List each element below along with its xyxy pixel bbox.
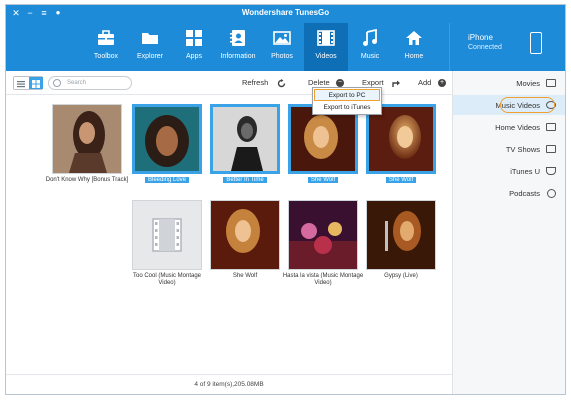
video-thumbnail — [132, 104, 202, 174]
view-toggle[interactable] — [13, 76, 43, 90]
video-thumbnail — [288, 200, 358, 270]
sidebar-item-label: Movies — [516, 79, 540, 88]
video-title: She Wolf — [358, 177, 444, 184]
film-icon — [317, 30, 335, 46]
film-placeholder-icon — [152, 218, 182, 252]
toolbar-home-button[interactable]: Home — [392, 23, 436, 71]
delete-icon: − — [336, 79, 344, 87]
video-thumbnail — [210, 104, 280, 174]
home-video-icon — [546, 123, 556, 131]
video-title: Bleeding Love — [124, 177, 210, 184]
app-title: Wondershare TunesGo — [241, 8, 330, 17]
video-thumbnail — [52, 104, 122, 174]
export-menu: Export to PC Export to iTunes — [312, 87, 382, 115]
video-title: Don't Know Why [Bonus Track] — [45, 177, 129, 183]
toolbar-home-label: Home — [404, 53, 424, 60]
video-title: She Wolf — [232, 273, 258, 279]
search-placeholder: Search — [67, 80, 87, 86]
add-icon: + — [438, 79, 446, 87]
toolbar-explorer-label: Explorer — [136, 53, 164, 60]
toolbar-photos-button[interactable]: Photos — [260, 23, 304, 71]
export-to-itunes-item[interactable]: Export to iTunes — [314, 102, 380, 114]
grid-view-button[interactable] — [29, 77, 43, 89]
toolbar-information-label: Information — [220, 53, 256, 60]
video-title: Gypsy (Live) — [384, 273, 418, 279]
video-title: She Wolf — [280, 177, 366, 184]
sidebar-item-movies[interactable]: Movies — [453, 73, 565, 93]
folder-icon — [142, 33, 158, 44]
action-bar: Search Refresh − Delete Export + Add — [6, 71, 452, 95]
list-view-button[interactable] — [14, 77, 28, 89]
device-status: Connected — [468, 44, 502, 51]
video-title: Better In Time — [202, 177, 288, 184]
toolbar-music-label: Music — [360, 53, 380, 60]
status-bar: 4 of 9 item(s),205.08MB — [6, 374, 452, 394]
toolbar-toolbox-label: Toolbox — [93, 53, 119, 60]
device-name: iPhone — [468, 33, 493, 42]
app-window: ✕ − ≡ ● Wondershare TunesGo Home Music V… — [5, 4, 566, 395]
sidebar-item-label: Podcasts — [509, 189, 540, 198]
itunes-u-icon — [546, 167, 556, 175]
sidebar-item-label: TV Shows — [505, 145, 540, 154]
toolbox-icon — [98, 30, 114, 45]
phone-icon — [530, 32, 542, 54]
tv-icon — [546, 145, 556, 153]
toolbar-apps-label: Apps — [186, 53, 202, 60]
toolbar-explorer-button[interactable]: Explorer — [128, 23, 172, 71]
export-arrow-icon — [392, 80, 400, 87]
apps-grid-icon — [186, 30, 202, 46]
add-button[interactable]: + Add — [414, 76, 448, 90]
main-toolbar: Home Music Videos Photos Information App… — [6, 23, 565, 71]
sidebar-item-itunes-u[interactable]: iTunes U — [453, 161, 565, 181]
sidebar-item-home-videos[interactable]: Home Videos — [453, 117, 565, 137]
music-note-icon — [363, 29, 377, 46]
toolbar-music-button[interactable]: Music — [348, 23, 392, 71]
refresh-label: Refresh — [242, 78, 269, 87]
video-grid: She Wolf She Wolf Better In Time Bleedin… — [6, 96, 452, 374]
selection-highlight — [500, 97, 555, 113]
refresh-icon — [277, 79, 286, 88]
home-icon — [406, 31, 422, 45]
toolbar-videos-button[interactable]: Videos — [304, 23, 348, 71]
title-bar: ✕ − ≡ ● Wondershare TunesGo — [6, 5, 565, 23]
search-input[interactable]: Search — [48, 76, 132, 90]
toolbar-information-button[interactable]: Information — [216, 23, 260, 71]
sidebar-item-music-videos[interactable]: Music Videos — [453, 95, 565, 115]
toolbar-videos-label: Videos — [315, 53, 337, 60]
refresh-button[interactable]: Refresh — [240, 76, 286, 90]
add-label: Add — [418, 78, 432, 87]
toolbar-apps-button[interactable]: Apps — [172, 23, 216, 71]
video-title: Too Cool (Music Montage Video) — [132, 273, 202, 286]
sidebar-item-label: iTunes U — [510, 167, 540, 176]
device-panel[interactable]: iPhone Connected — [449, 23, 565, 71]
video-thumbnail — [132, 200, 202, 270]
export-to-pc-item[interactable]: Export to PC — [314, 89, 380, 101]
contacts-icon — [230, 30, 245, 46]
podcast-icon — [547, 189, 556, 198]
grid-view-icon — [32, 80, 40, 88]
sidebar-item-podcasts[interactable]: Podcasts — [453, 183, 565, 203]
video-thumbnail — [210, 200, 280, 270]
sidebar-item-tv-shows[interactable]: TV Shows — [453, 139, 565, 159]
sidebar-item-label: Home Videos — [495, 123, 540, 132]
photo-icon — [273, 31, 291, 45]
movie-icon — [546, 79, 556, 87]
video-thumbnail — [366, 200, 436, 270]
list-view-icon — [17, 81, 25, 88]
video-title: Hasta la vista (Music Montage Video) — [282, 273, 364, 286]
sidebar: Movies Music Videos Home Videos TV Shows… — [452, 71, 565, 394]
toolbar-toolbox-button[interactable]: Toolbox — [84, 23, 128, 71]
toolbar-photos-label: Photos — [271, 53, 293, 60]
search-icon — [53, 79, 61, 87]
